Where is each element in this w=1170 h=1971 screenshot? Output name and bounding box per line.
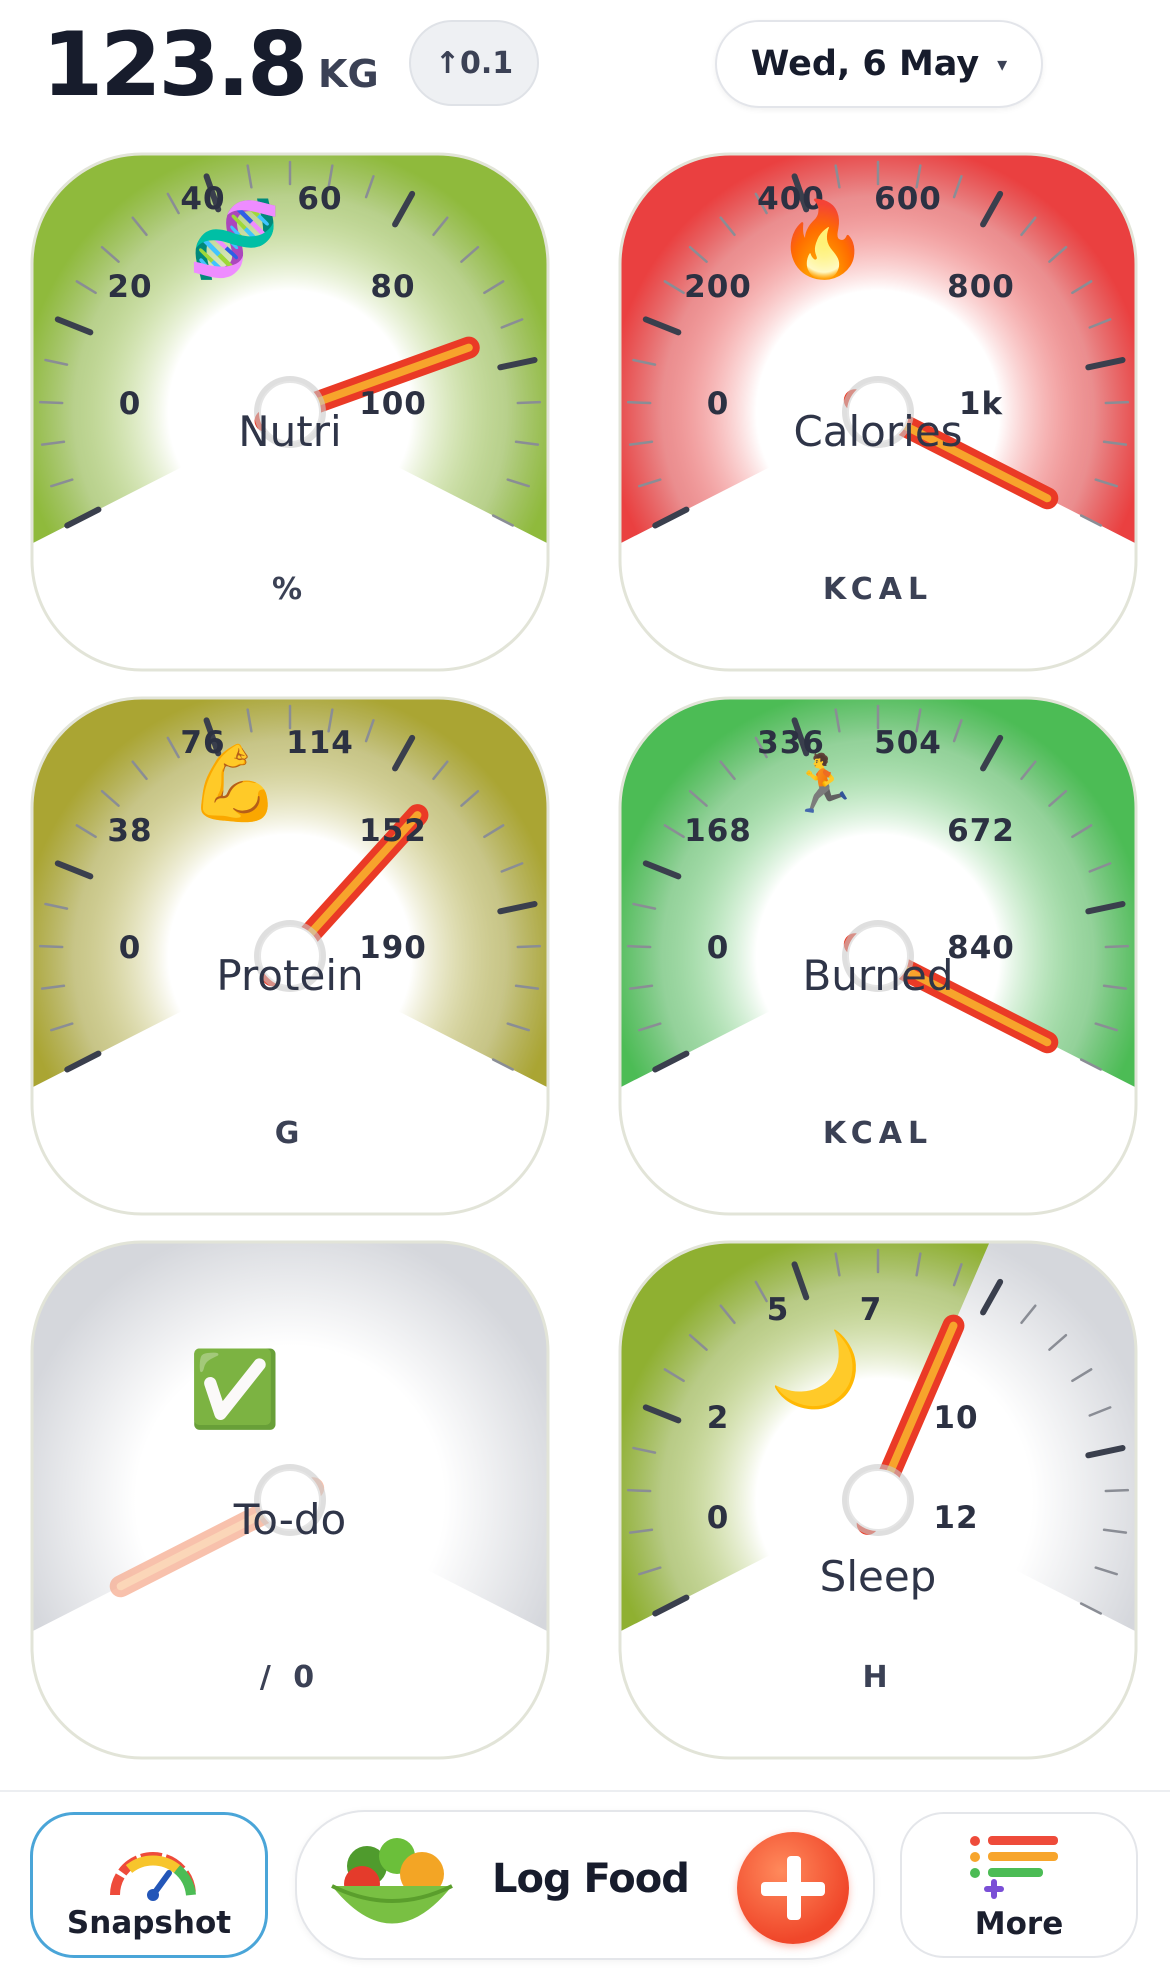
gauge-unit: KCAL xyxy=(822,572,934,607)
gauge-label: Calories xyxy=(793,407,963,456)
tick-label: 152 xyxy=(359,813,427,849)
tick-label: 0 xyxy=(706,1500,730,1536)
runner-icon: 🏃 xyxy=(788,752,858,817)
fire-icon: 🔥 xyxy=(776,196,870,283)
tick-label: 80 xyxy=(370,269,416,305)
tick-label: 504 xyxy=(874,725,942,761)
snapshot-button[interactable]: Snapshot xyxy=(30,1812,268,1958)
gauge-unit: KCAL xyxy=(822,1116,934,1151)
tick-label: 38 xyxy=(107,813,153,849)
minor-tick xyxy=(1104,944,1130,949)
minor-tick xyxy=(38,400,64,405)
plus-icon[interactable] xyxy=(737,1832,849,1944)
gauge-label: Sleep xyxy=(819,1552,937,1601)
tick-label: 672 xyxy=(947,813,1015,849)
tick-label: 200 xyxy=(684,269,752,305)
log-food-button[interactable]: Log Food xyxy=(295,1810,875,1960)
weight-delta-badge[interactable]: ↑0.1 xyxy=(409,20,539,106)
gauge-unit: / 0 xyxy=(259,1660,321,1695)
list-menu-icon xyxy=(970,1836,1058,1899)
minor-tick xyxy=(1104,1488,1130,1493)
needle-hub xyxy=(847,1469,909,1531)
tick-label: 7 xyxy=(859,1292,883,1328)
gauge-calories[interactable]: 0 200 400 600 800 1k 🔥 Calories KCAL xyxy=(618,152,1138,672)
tick-label: 60 xyxy=(297,181,343,217)
tick-label: 168 xyxy=(684,813,752,849)
gauge-label: Burned xyxy=(802,951,954,1000)
gauge-nutri[interactable]: 0 20 40 60 80 100 🧬 Nutri% xyxy=(30,152,550,672)
tick-label: 2 xyxy=(706,1400,730,1436)
gauge-label: Protein xyxy=(216,951,364,1000)
flexed-biceps-icon: 💪 xyxy=(188,740,282,827)
log-food-label: Log Food xyxy=(492,1856,690,1902)
gauge-unit: G xyxy=(274,1116,306,1151)
tick-label: 12 xyxy=(933,1500,979,1536)
header: 123.8 KG ↑0.1 Wed, 6 May ▾ xyxy=(0,0,1170,140)
minor-tick xyxy=(516,944,542,949)
date-label: Wed, 6 May xyxy=(750,44,980,84)
tick-label: 800 xyxy=(947,269,1015,305)
minor-tick xyxy=(626,1488,652,1493)
gauge-protein[interactable]: 0 38 76 114 152 190 💪 Protein G xyxy=(30,696,550,1216)
minor-tick xyxy=(626,944,652,949)
gauge-unit: % xyxy=(271,572,309,607)
minor-tick xyxy=(516,400,542,405)
minor-tick xyxy=(626,400,652,405)
gauge-label: To-do xyxy=(233,1495,347,1544)
check-mark-icon: ✅ xyxy=(188,1346,282,1433)
gauge-unit: H xyxy=(862,1660,894,1695)
gauge-todo[interactable]: ✅ To-do / 0 xyxy=(30,1240,550,1760)
dna-icon: 🧬 xyxy=(188,196,282,283)
tick-label: 5 xyxy=(766,1292,790,1328)
bottom-bar: Snapshot Log Food More xyxy=(0,1790,1170,1971)
more-label: More xyxy=(974,1906,1064,1942)
tick-label: 20 xyxy=(107,269,153,305)
tick-label: 114 xyxy=(286,725,354,761)
weight-value[interactable]: 123.8 xyxy=(42,10,308,120)
snapshot-label: Snapshot xyxy=(66,1905,232,1941)
gauge-burned[interactable]: 0 168 336 504 672 840 🏃 Burned KCAL xyxy=(618,696,1138,1216)
weight-unit: KG xyxy=(318,52,379,96)
gauge-label: Nutri xyxy=(238,407,342,456)
minor-tick xyxy=(1104,400,1130,405)
tick-label: 10 xyxy=(933,1400,979,1436)
moon-icon: 🌙 xyxy=(769,1326,863,1413)
minor-tick xyxy=(38,944,64,949)
more-button[interactable]: More xyxy=(900,1812,1138,1958)
date-picker[interactable]: Wed, 6 May ▾ xyxy=(715,20,1043,108)
gauge-sleep[interactable]: 0 2 5 7 10 12 🌙 Sleep H xyxy=(618,1240,1138,1760)
tick-label: 600 xyxy=(874,181,942,217)
salad-bowl-icon xyxy=(331,1838,453,1924)
chevron-down-icon: ▾ xyxy=(997,52,1008,76)
